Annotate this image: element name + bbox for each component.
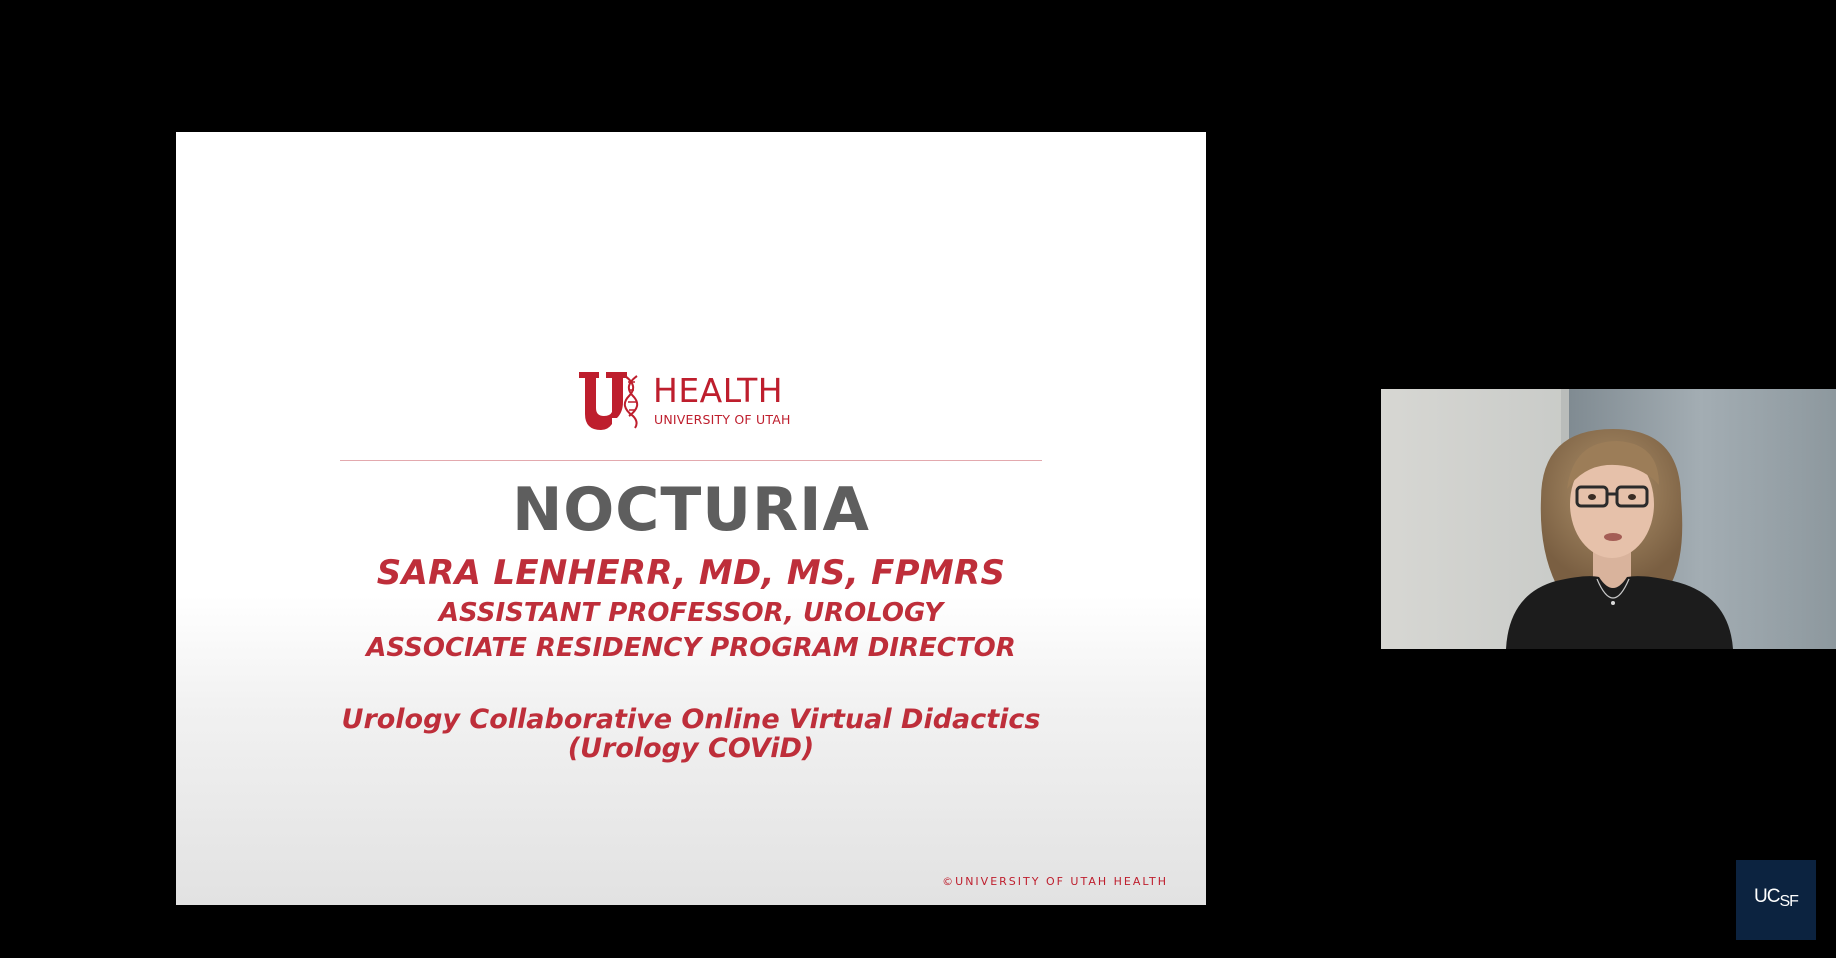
block-u-icon (579, 372, 639, 430)
slide-copyright: ©UNIVERSITY OF UTAH HEALTH (942, 875, 1168, 888)
logo-subtitle: UNIVERSITY OF UTAH (654, 412, 791, 427)
slide-divider (340, 460, 1042, 461)
presenter-role: ASSOCIATE RESIDENCY PROGRAM DIRECTOR (366, 633, 1016, 663)
ucsf-logo-badge: UCSF (1736, 860, 1816, 940)
video-stage: HEALTH UNIVERSITY OF UTAH NOCTURIA SARA … (0, 0, 1836, 958)
program-name: Urology Collaborative Online Virtual Did… (341, 704, 1041, 735)
ucsf-letters-main: UC (1754, 886, 1780, 907)
ucsf-letters-sub: SF (1779, 893, 1799, 910)
presenter-role: ASSISTANT PROFESSOR, UROLOGY (438, 598, 944, 628)
speaker-figure (1381, 389, 1836, 649)
presenter-name: SARA LENHERR, MD, MS, FPMRS (376, 553, 1006, 593)
speaker-webcam-video (1381, 389, 1836, 649)
ucsf-logo-text: UCSF (1736, 886, 1816, 910)
program-abbreviation: (Urology COViD) (567, 733, 815, 764)
university-of-utah-health-logo: HEALTH UNIVERSITY OF UTAH (579, 372, 809, 432)
presentation-slide: HEALTH UNIVERSITY OF UTAH NOCTURIA SARA … (176, 132, 1206, 905)
slide-title: NOCTURIA (512, 475, 870, 545)
logo-wordmark: HEALTH (653, 371, 784, 410)
